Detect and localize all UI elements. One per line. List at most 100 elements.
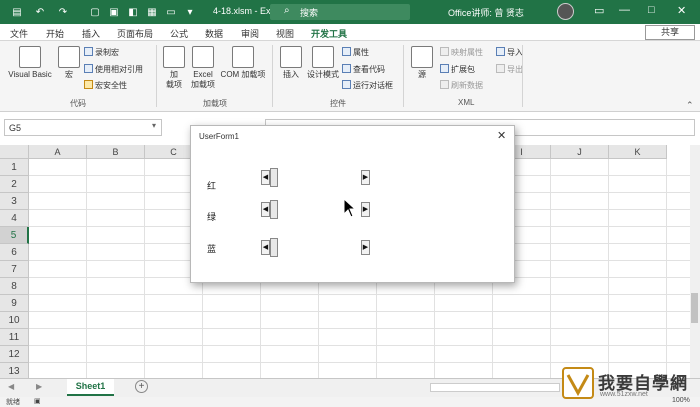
redo-icon[interactable]: ↷ <box>56 5 70 19</box>
row-header[interactable]: 6 <box>0 244 29 261</box>
macros-label: 宏 <box>65 70 73 79</box>
row-header[interactable]: 10 <box>0 312 29 329</box>
autosave-icon[interactable]: ▤ <box>10 5 24 19</box>
row-header[interactable]: 2 <box>0 176 29 193</box>
excel-add-ins-label: Excel 加载项 <box>191 70 215 89</box>
scroll-right-icon[interactable]: ▶ <box>361 170 370 185</box>
record-macro-button[interactable]: 录制宏 <box>84 47 119 59</box>
scroll-left-icon[interactable]: ◀ <box>261 202 270 217</box>
name-box-dropdown-icon[interactable]: ▾ <box>152 121 156 130</box>
prev-sheet-icon[interactable]: ◀ <box>8 382 14 391</box>
scroll-thumb[interactable] <box>270 168 278 187</box>
relative-reference-button[interactable]: 使用相对引用 <box>84 64 143 76</box>
expansion-packs-label: 扩展包 <box>451 65 475 74</box>
expansion-packs-button[interactable]: 扩展包 <box>440 64 475 76</box>
record-macro-label: 录制宏 <box>95 48 119 57</box>
import-button[interactable]: 导入 <box>496 47 523 59</box>
com-add-ins-button[interactable]: COM 加载项 <box>218 46 268 80</box>
watermark-logo <box>562 367 594 399</box>
tab-file[interactable]: 文件 <box>10 27 28 40</box>
row-header[interactable]: 4 <box>0 210 29 227</box>
export-icon <box>496 64 505 73</box>
properties-button[interactable]: 属性 <box>342 47 369 59</box>
share-button[interactable]: 共享 <box>645 25 695 40</box>
source-button[interactable]: 源 <box>410 46 434 80</box>
add-sheet-icon[interactable]: + <box>135 380 148 393</box>
scrollbar-green[interactable]: ◀ ▶ <box>261 200 376 219</box>
excel-add-ins-button[interactable]: Excel 加载项 <box>190 46 216 90</box>
add-ins-button[interactable]: 加 载项 <box>160 46 188 90</box>
run-dialog-button[interactable]: 运行对话框 <box>342 80 393 92</box>
tab-formulas[interactable]: 公式 <box>170 27 188 40</box>
run-dialog-label: 运行对话框 <box>353 81 393 90</box>
minimize-icon[interactable]: — <box>619 4 630 16</box>
gridline <box>29 294 690 295</box>
refresh-data-button[interactable]: 刷新数据 <box>440 80 483 92</box>
select-all-corner[interactable] <box>0 145 29 159</box>
sheet-tab[interactable]: Sheet1 <box>67 379 114 396</box>
row-header[interactable]: 12 <box>0 346 29 363</box>
view-code-button[interactable]: 查看代码 <box>342 64 385 76</box>
maximize-icon[interactable]: □ <box>648 4 655 16</box>
row-header[interactable]: 5 <box>0 227 29 244</box>
tab-view[interactable]: 视图 <box>276 27 294 40</box>
row-header[interactable]: 11 <box>0 329 29 346</box>
new-file-icon[interactable]: ▢ <box>88 5 102 19</box>
row-header[interactable]: 7 <box>0 261 29 278</box>
row-header[interactable]: 13 <box>0 363 29 378</box>
macro-record-icon[interactable]: ▣ <box>34 397 41 405</box>
insert-control-button[interactable]: 插入 <box>278 46 304 80</box>
undo-icon[interactable]: ↶ <box>33 5 47 19</box>
tab-insert[interactable]: 插入 <box>82 27 100 40</box>
word-icon[interactable]: ◧ <box>126 5 140 19</box>
column-header[interactable]: K <box>609 145 667 159</box>
tab-home[interactable]: 开始 <box>46 27 64 40</box>
vertical-scroll-thumb[interactable] <box>691 293 698 323</box>
avatar[interactable] <box>557 3 574 20</box>
scrollbar-red[interactable]: ◀ ▶ <box>261 168 376 187</box>
scroll-left-icon[interactable]: ◀ <box>261 240 270 255</box>
tab-page-layout[interactable]: 页面布局 <box>117 27 153 40</box>
horizontal-scrollbar[interactable] <box>430 383 560 392</box>
column-header[interactable]: B <box>87 145 145 159</box>
excel-add-ins-icon <box>192 46 214 68</box>
close-icon[interactable]: ✕ <box>497 129 506 142</box>
scroll-right-icon[interactable]: ▶ <box>361 202 370 217</box>
watermark: 我要自學網 www.51zxw.net <box>562 367 692 401</box>
scroll-thumb[interactable] <box>270 200 278 219</box>
scroll-left-icon[interactable]: ◀ <box>261 170 270 185</box>
design-mode-button[interactable]: 设计模式 <box>306 46 340 80</box>
visual-basic-button[interactable]: Visual Basic <box>6 46 54 80</box>
row-header[interactable]: 3 <box>0 193 29 210</box>
map-properties-button[interactable]: 映射属性 <box>440 47 483 59</box>
run-dialog-icon <box>342 80 351 89</box>
save-icon[interactable]: ▣ <box>107 5 121 19</box>
macro-security-button[interactable]: 宏安全性 <box>84 80 127 92</box>
print-icon[interactable]: ▦ <box>145 5 159 19</box>
row-header[interactable]: 8 <box>0 278 29 295</box>
close-window-icon[interactable]: ✕ <box>677 4 686 17</box>
scroll-right-icon[interactable]: ▶ <box>361 240 370 255</box>
export-button[interactable]: 导出 <box>496 64 523 76</box>
column-header[interactable]: A <box>29 145 87 159</box>
ribbon-display-icon[interactable]: ▭ <box>594 4 604 17</box>
next-sheet-icon[interactable]: ▶ <box>36 382 42 391</box>
properties-label: 属性 <box>353 48 369 57</box>
vertical-scrollbar[interactable] <box>690 145 700 378</box>
collapse-ribbon-icon[interactable]: ⌃ <box>686 100 694 111</box>
search-box[interactable]: ⌕ 搜索 <box>270 4 410 20</box>
row-header[interactable]: 9 <box>0 295 29 312</box>
customize-qat-icon[interactable]: ▾ <box>183 5 197 19</box>
tab-data[interactable]: 数据 <box>205 27 223 40</box>
scroll-thumb[interactable] <box>270 238 278 257</box>
name-box[interactable]: G5 <box>4 119 162 136</box>
userform-title: UserForm1 <box>199 132 240 141</box>
open-icon[interactable]: ▭ <box>164 5 178 19</box>
column-header[interactable]: J <box>551 145 609 159</box>
macros-button[interactable]: 宏 <box>58 46 80 80</box>
tab-review[interactable]: 审阅 <box>241 27 259 40</box>
mouse-cursor-icon <box>343 198 357 218</box>
search-placeholder: 搜索 <box>300 8 319 18</box>
row-header[interactable]: 1 <box>0 159 29 176</box>
scrollbar-blue[interactable]: ◀ ▶ <box>261 238 376 257</box>
